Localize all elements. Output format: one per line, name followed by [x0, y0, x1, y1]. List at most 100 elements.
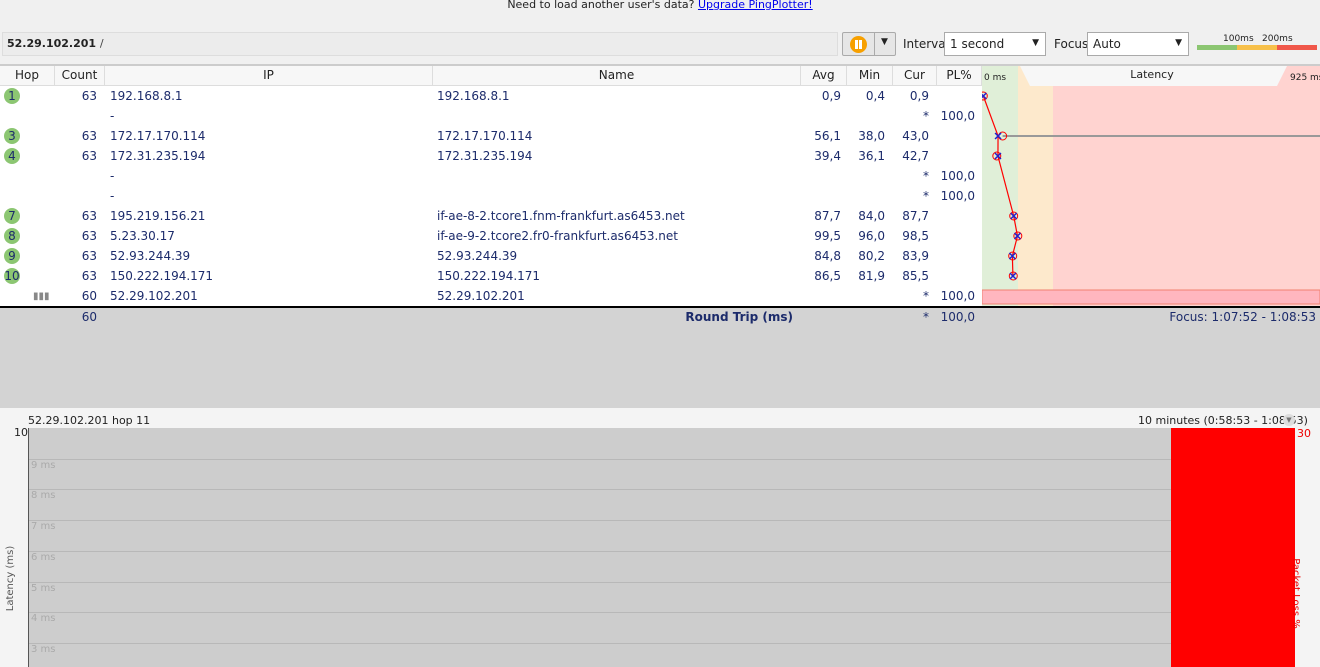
- legend-low-label: 100ms: [1223, 34, 1254, 44]
- ip-cell: 150.222.194.171: [110, 269, 214, 283]
- chevron-down-icon[interactable]: ▼: [1283, 414, 1295, 426]
- summary-cur: *: [923, 310, 929, 324]
- hop-number: 4: [4, 148, 20, 164]
- min-cell: 80,2: [858, 249, 885, 263]
- col-pl[interactable]: PL%: [937, 66, 982, 86]
- min-cell: 84,0: [858, 209, 885, 223]
- bar-chart-icon[interactable]: ▮▮▮: [33, 291, 50, 302]
- ip-cell: 172.31.235.194: [110, 149, 206, 163]
- table-row[interactable]: 1 63 192.168.8.1 192.168.8.1 0,9 0,4 0,9: [0, 86, 982, 106]
- name-cell: 172.31.235.194: [437, 149, 533, 163]
- target-text: 52.29.102.201: [7, 37, 97, 50]
- hop-number: 10: [4, 268, 20, 284]
- name-cell: 52.29.102.201: [437, 289, 525, 303]
- focus-label: Focus: [1054, 37, 1089, 51]
- pl-cell: 100,0: [940, 189, 975, 203]
- focus-range: Focus: 1:07:52 - 1:08:53: [1169, 310, 1316, 324]
- avg-cell: 39,4: [814, 149, 841, 163]
- y-tick-label: 7 ms: [31, 521, 56, 533]
- packet-loss-bar: [1171, 428, 1295, 667]
- hop-detail-graph: 52.29.102.201 hop 11 10 minutes (0:58:53…: [0, 408, 1320, 667]
- table-row[interactable]: 3 63 172.17.170.114 172.17.170.114 56,1 38,0 4…: [0, 126, 982, 146]
- name-cell: if-ae-8-2.tcore1.fnm-frankfurt.as6453.ne…: [437, 209, 685, 223]
- table-row[interactable]: 10 63 150.222.194.171 150.222.194.171 86,5 81…: [0, 266, 982, 286]
- col-min[interactable]: Min: [847, 66, 893, 86]
- avg-cell: 84,8: [814, 249, 841, 263]
- gridline: [29, 612, 1295, 614]
- ip-cell: 5.23.30.17: [110, 229, 175, 243]
- summary-pl: 100,0: [940, 310, 975, 324]
- table-row[interactable]: 4 63 172.31.235.194 172.31.235.194 39,4 36,1 4…: [0, 146, 982, 166]
- focus-select[interactable]: Auto ▼: [1087, 32, 1189, 56]
- col-cur[interactable]: Cur: [893, 66, 937, 86]
- min-cell: 0,4: [865, 89, 885, 103]
- table-row[interactable]: - * 100,0: [0, 166, 982, 186]
- table-row[interactable]: 9 63 52.93.244.39 52.93.244.39 84,8 80,2 83,9: [0, 246, 982, 266]
- gridline: [29, 458, 1295, 460]
- avg-cell: 99,5: [814, 229, 841, 243]
- cur-cell: 85,5: [902, 269, 929, 283]
- legend-high-label: 200ms: [1262, 34, 1293, 44]
- latency-graph: 0 ms Latency 925 ms: [982, 66, 1320, 306]
- name-cell: 52.93.244.39: [437, 249, 518, 263]
- min-cell: 81,9: [858, 269, 885, 283]
- pl-cell: 100,0: [940, 289, 975, 303]
- name-cell: if-ae-9-2.tcore2.fr0-frankfurt.as6453.ne…: [437, 229, 678, 243]
- table-row[interactable]: ▮▮▮ 60 52.29.102.201 52.29.102.201 * 100,0: [0, 286, 982, 306]
- min-cell: 38,0: [858, 129, 885, 143]
- hop-number: 7: [4, 208, 20, 224]
- table-row[interactable]: 8 63 5.23.30.17 if-ae-9-2.tcore2.fr0-frankf…: [0, 226, 982, 246]
- gridline: [29, 520, 1295, 522]
- y-tick-label: 9 ms: [31, 459, 56, 471]
- cur-cell: 43,0: [902, 129, 929, 143]
- name-cell: 172.17.170.114: [437, 129, 533, 143]
- final-hop-loss-bar: [982, 289, 1320, 305]
- cur-cell: 98,5: [902, 229, 929, 243]
- cur-cell: *: [923, 189, 929, 203]
- y-tick-label: 4 ms: [31, 613, 56, 625]
- gridline: [29, 489, 1295, 491]
- cur-cell: 42,7: [902, 149, 929, 163]
- col-name[interactable]: Name: [433, 66, 801, 86]
- col-ip[interactable]: IP: [105, 66, 433, 86]
- table-row[interactable]: 7 63 195.219.156.21 if-ae-8-2.tcore1.fnm-fr…: [0, 206, 982, 226]
- ip-cell: 52.29.102.201: [110, 289, 198, 303]
- col-avg[interactable]: Avg: [801, 66, 847, 86]
- pause-icon: [850, 36, 867, 53]
- y-tick-label: 5 ms: [31, 582, 56, 594]
- ip-cell: -: [110, 169, 115, 183]
- latency-color-legend: [1197, 45, 1317, 50]
- gridline: [29, 581, 1295, 583]
- table-row[interactable]: - * 100,0: [0, 186, 982, 206]
- pl-cell: 100,0: [940, 169, 975, 183]
- count-cell: 63: [81, 209, 97, 223]
- pause-button[interactable]: ▼: [842, 32, 896, 56]
- banner-text: Need to load another user's data?: [507, 0, 695, 11]
- hop-number: 3: [4, 128, 20, 144]
- interval-select[interactable]: 1 second ▼: [944, 32, 1046, 56]
- table-row[interactable]: - * 100,0: [0, 106, 982, 126]
- y-tick-label: 6 ms: [31, 551, 56, 563]
- cur-cell: 87,7: [902, 209, 929, 223]
- col-count[interactable]: Count: [55, 66, 105, 86]
- latency-zone-mid: [1018, 66, 1053, 306]
- col-hop[interactable]: Hop: [0, 66, 55, 86]
- cur-cell: *: [923, 109, 929, 123]
- hop-number: 8: [4, 228, 20, 244]
- avg-cell: 56,1: [814, 129, 841, 143]
- interval-label: Interval: [903, 37, 949, 51]
- count-cell: 63: [81, 149, 97, 163]
- target-address-field[interactable]: 52.29.102.201 /: [2, 32, 838, 56]
- cur-cell: 83,9: [902, 249, 929, 263]
- latency-min-label: 0 ms: [984, 73, 1006, 83]
- loss-axis-label: Packet Loss %: [1289, 558, 1301, 629]
- focus-value: Auto: [1093, 37, 1121, 51]
- ip-cell: 195.219.156.21: [110, 209, 206, 223]
- chevron-down-icon[interactable]: ▼: [881, 37, 888, 47]
- ip-cell: 52.93.244.39: [110, 249, 191, 263]
- summary-label: Round Trip (ms): [685, 310, 793, 324]
- plot-area[interactable]: 9 ms 8 ms 7 ms 6 ms 5 ms 4 ms 3 ms: [28, 428, 1295, 667]
- ip-cell: 172.17.170.114: [110, 129, 206, 143]
- upgrade-link[interactable]: Upgrade PingPlotter!: [698, 0, 813, 11]
- avg-cell: 87,7: [814, 209, 841, 223]
